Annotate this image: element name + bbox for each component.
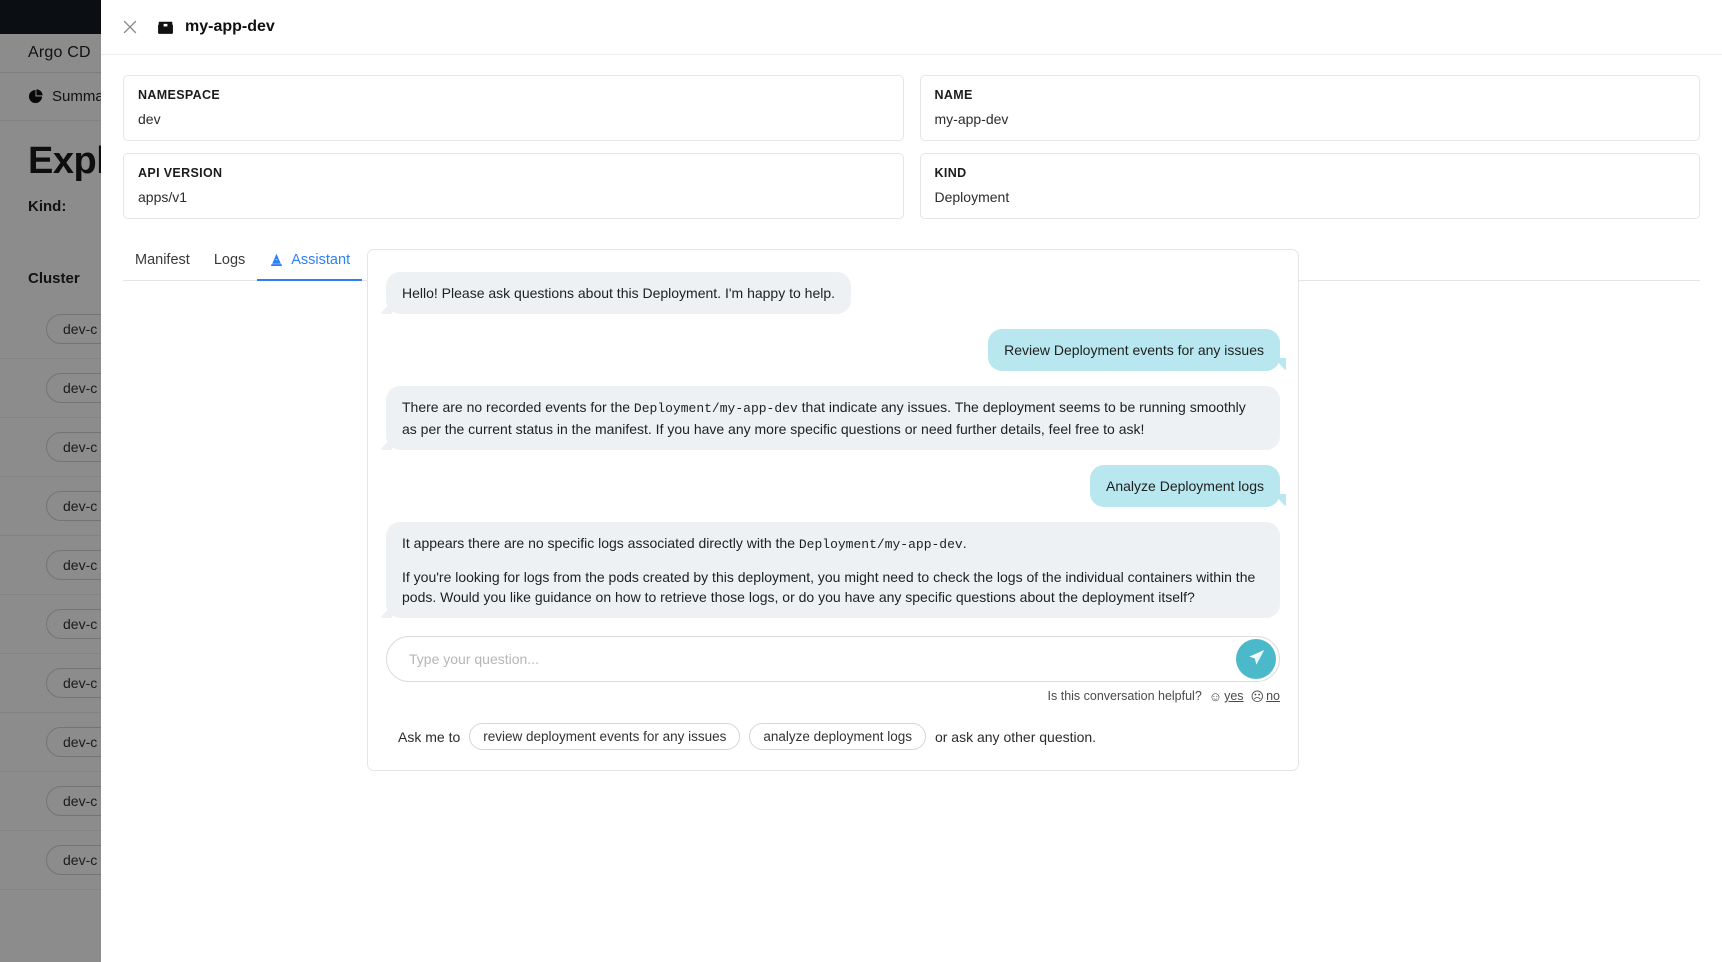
info-card-value: Deployment [934,189,1010,205]
info-card-label: NAME [934,88,973,102]
info-card-label: API VERSION [138,166,223,180]
info-card-name: NAME my-app-dev [919,75,1700,141]
info-card-value: my-app-dev [934,111,1009,127]
chat-text: It appears there are no specific logs as… [402,535,799,551]
tab-assistant[interactable]: Assistant [257,252,363,281]
chat-text: Analyze Deployment logs [1106,478,1264,494]
chat-message-bot: Hello! Please ask questions about this D… [379,272,1280,314]
chat-bubble: There are no recorded events for the Dep… [380,386,1280,450]
chat-input-row [386,636,1280,682]
chat-text: There are no recorded events for the [402,399,634,415]
feedback-question: Is this conversation helpful? [1047,689,1202,703]
box-icon [156,18,174,36]
modal-header: my-app-dev [101,0,1722,55]
feedback-no-button[interactable]: ☹ no [1251,689,1280,703]
info-card-api-version: API VERSION apps/v1 [123,153,904,219]
send-button[interactable] [1236,639,1276,679]
chat-bubble: Review Deployment events for any issues [988,329,1286,371]
chat-paragraph: Review Deployment events for any issues [1004,340,1264,360]
chat-message-bot: There are no recorded events for the Dep… [380,386,1280,450]
wizard-hat-icon [269,253,284,268]
chat-bubble: Hello! Please ask questions about this D… [379,272,852,314]
send-paper-plane-icon [1247,648,1266,670]
info-card-value: apps/v1 [138,189,188,205]
chat-input[interactable] [386,636,1280,682]
chat-text: . [962,535,967,551]
suggestion-chip[interactable]: analyze deployment logs [749,723,926,750]
feedback-yes-label: yes [1224,689,1244,703]
tab-label: Logs [213,252,246,268]
tab-label: Manifest [135,252,190,268]
chat-paragraph: There are no recorded events for the Dep… [402,397,1264,439]
chat-message-user: Analyze Deployment logs [386,465,1286,507]
frowny-face-icon: ☹ [1250,688,1265,704]
suggestions-row: Ask me to review deployment events for a… [386,723,1280,750]
inline-code: Deployment/my-app-dev [633,401,798,416]
info-card-namespace: NAMESPACE dev [123,75,904,141]
tab-label: Assistant [291,252,351,268]
assistant-chat-panel: Hello! Please ask questions about this D… [367,249,1299,771]
tab-manifest[interactable]: Manifest [123,252,202,281]
chat-paragraph: Analyze Deployment logs [1106,476,1264,496]
modal-title: my-app-dev [185,18,275,35]
info-card-kind: KIND Deployment [919,153,1700,219]
chat-text: Review Deployment events for any issues [1004,342,1264,358]
info-card-value: dev [138,111,161,127]
suggestions-prefix: Ask me to [398,728,461,745]
info-card-label: KIND [934,166,967,180]
info-card-label: NAMESPACE [138,88,221,102]
close-icon[interactable] [117,14,143,40]
tab-logs[interactable]: Logs [202,252,257,281]
chat-paragraph: It appears there are no specific logs as… [402,533,1264,555]
chat-message-user: Review Deployment events for any issues [386,329,1286,371]
resource-info-grid: NAMESPACE dev NAME my-app-dev API VERSION app… [101,55,1722,219]
chat-message-bot: It appears there are no specific logs as… [380,522,1280,618]
suggestion-chips: review deployment events for any issues a… [469,723,926,750]
suggestions-suffix: or ask any other question. [934,728,1097,745]
feedback-yes-button[interactable]: ☺ yes [1209,689,1244,703]
feedback-no-label: no [1266,689,1280,703]
inline-code: Deployment/my-app-dev [798,537,963,552]
chat-paragraph: If you're looking for logs from the pods… [402,567,1264,607]
smiley-face-icon: ☺ [1208,688,1223,704]
chat-bubble: It appears there are no specific logs as… [380,522,1280,618]
feedback-row: Is this conversation helpful? ☺ yes ☹ no [386,689,1280,703]
chat-bubble: Analyze Deployment logs [1090,465,1286,507]
chat-paragraph: Hello! Please ask questions about this D… [402,283,835,303]
chat-messages: Hello! Please ask questions about this D… [379,272,1286,618]
chat-text: Hello! Please ask questions about this D… [402,285,836,301]
resource-detail-modal: my-app-dev NAMESPACE dev NAME my-app-dev API… [101,0,1722,962]
suggestion-chip[interactable]: review deployment events for any issues [469,723,741,750]
chat-text: If you're looking for logs from the pods… [402,569,1256,605]
